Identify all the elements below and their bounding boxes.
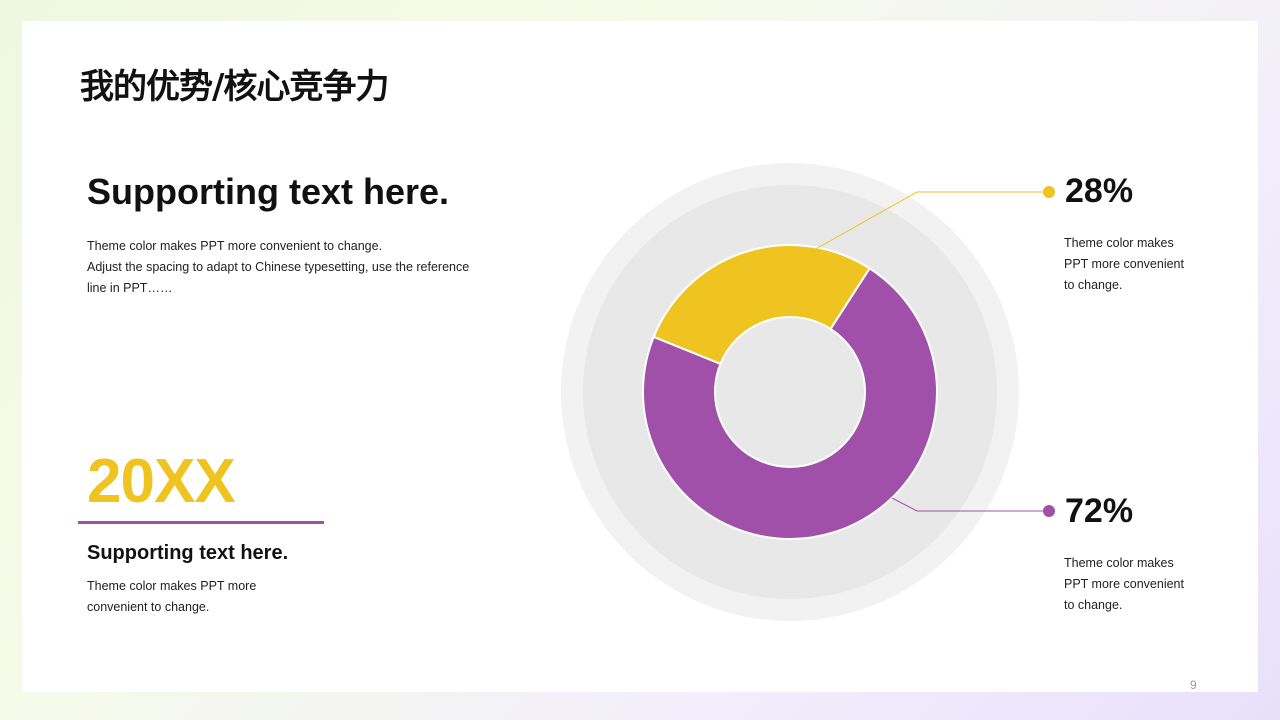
callout-dot-72: [1043, 505, 1055, 517]
callout-dot-28: [1043, 186, 1055, 198]
callout-line-text: to change.: [1064, 598, 1123, 612]
page-number: 9: [1190, 678, 1197, 692]
donut-hole: [714, 316, 866, 468]
callout-percent-28: 28%: [1065, 172, 1134, 210]
callout-line-text: PPT more convenient: [1064, 577, 1184, 591]
callout-percent-72: 72%: [1065, 492, 1134, 530]
callout-description-28: Theme color makes PPT more convenient to…: [1064, 233, 1184, 296]
callout-line-text: Theme color makes: [1064, 236, 1174, 250]
callout-line-text: PPT more convenient: [1064, 257, 1184, 271]
callout-line-text: Theme color makes: [1064, 556, 1174, 570]
callout-description-72: Theme color makes PPT more convenient to…: [1064, 553, 1184, 616]
slide: 我的优势/核心竞争力 Supporting text here. Theme c…: [22, 21, 1258, 692]
callout-line-text: to change.: [1064, 278, 1123, 292]
